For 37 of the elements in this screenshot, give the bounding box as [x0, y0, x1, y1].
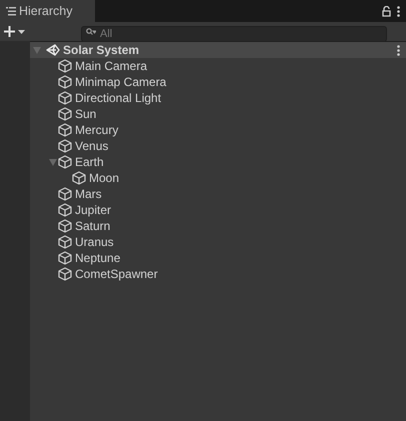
cube-icon	[58, 107, 72, 121]
cube-icon	[58, 123, 72, 137]
hierarchy-tab[interactable]: Hierarchy	[0, 0, 95, 22]
tree-item[interactable]: Moon	[89, 169, 120, 187]
tree-item[interactable]: Minimap Camera	[75, 73, 166, 91]
dropdown-arrow-icon[interactable]	[18, 30, 25, 34]
cube-icon	[58, 187, 72, 201]
cube-icon	[58, 251, 72, 265]
cube-icon	[58, 59, 72, 73]
tree-item[interactable]: Venus	[75, 137, 108, 155]
list-icon	[6, 6, 16, 16]
tree-item[interactable]: Mars	[75, 185, 102, 203]
tree-item[interactable]: CometSpawner	[75, 265, 158, 283]
tree-item[interactable]: Neptune	[75, 249, 120, 267]
search-field[interactable]: All	[81, 26, 387, 42]
cube-icon	[58, 139, 72, 153]
tree-item[interactable]: Sun	[75, 105, 96, 123]
tree-item[interactable]: Directional Light	[75, 89, 162, 107]
tree-item[interactable]: Earth	[75, 153, 104, 171]
tree-item[interactable]: Jupiter	[75, 201, 112, 219]
cube-icon	[58, 267, 72, 281]
more-icon[interactable]	[397, 6, 400, 16]
cube-icon	[58, 155, 72, 169]
lock-icon[interactable]	[382, 6, 391, 16]
tree-item[interactable]: Saturn	[75, 217, 110, 235]
add-icon[interactable]	[4, 26, 15, 37]
cube-icon	[58, 75, 72, 89]
cube-icon	[72, 171, 86, 185]
cube-icon	[58, 219, 72, 233]
tree-item[interactable]: Mercury	[75, 121, 118, 139]
cube-icon	[58, 203, 72, 217]
tree-item[interactable]: Main Camera	[75, 57, 148, 75]
cube-icon	[58, 91, 72, 105]
cube-icon	[58, 235, 72, 249]
unity-logo-icon	[46, 43, 60, 57]
tree-item[interactable]: Uranus	[75, 233, 114, 251]
more-icon[interactable]	[397, 44, 400, 56]
